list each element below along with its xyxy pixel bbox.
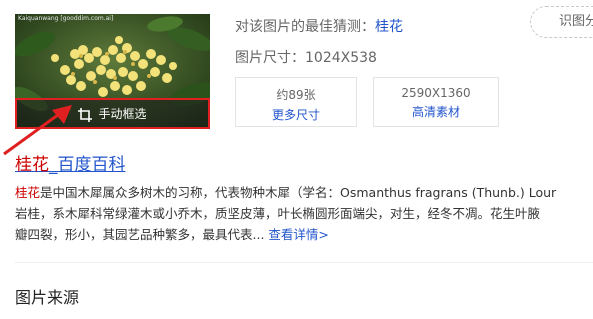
baike-title-keyword: 桂花: [15, 155, 49, 175]
view-details-link[interactable]: 查看详情>: [268, 227, 328, 242]
baike-summary-line-3: 瓣四裂，形小，其园艺品种繁多，最具代表... 查看详情>: [15, 224, 593, 245]
thumbnail-caption: Kaiquanwang [gooddim.com.ai]: [18, 15, 114, 22]
image-source-heading: 图片来源: [15, 288, 80, 307]
baike-title-link[interactable]: 桂花_百度百科: [15, 150, 126, 175]
more-sizes-count: 约89张: [276, 88, 316, 102]
hd-material-size: 2590X1360: [401, 86, 471, 100]
baike-summary-line-2: 岩桂，系木犀科常绿灌木或小乔木，质坚皮薄，叶长椭圆形面端尖，对生，经冬不凋。花生…: [15, 206, 541, 221]
baike-title-rest: _百度百科: [49, 155, 126, 175]
baike-line1-text: 是中国木犀属众多树木的习称，代表物种木犀（学名：Osmanthus fragra…: [40, 185, 557, 200]
baike-summary: 桂花是中国木犀属众多树木的习称，代表物种木犀（学名：Osmanthus frag…: [15, 182, 593, 245]
more-sizes-link[interactable]: 更多尺寸: [236, 106, 356, 123]
baike-summary-line-1: 桂花是中国木犀属众多树木的习称，代表物种木犀（学名：Osmanthus frag…: [15, 182, 593, 203]
best-guess-prefix: 对该图片的最佳猜测：: [235, 19, 375, 35]
manual-crop-label: 手动框选: [98, 107, 147, 121]
section-divider: [15, 262, 593, 263]
best-guess-link[interactable]: 桂花: [375, 19, 403, 35]
shitu-button-label: 识图分: [559, 14, 593, 29]
baike-line3-text: 瓣四裂，形小，其园艺品种繁多，最具代表...: [15, 227, 265, 242]
hd-material-option[interactable]: 2590X1360 高清素材: [373, 77, 499, 127]
image-size: 图片尺寸：1024X538: [235, 50, 377, 66]
more-sizes-option[interactable]: 约89张 更多尺寸: [235, 77, 357, 127]
best-guess: 对该图片的最佳猜测：桂花: [235, 16, 403, 36]
hd-material-link[interactable]: 高清素材: [374, 103, 498, 120]
baike-body-keyword: 桂花: [15, 185, 41, 200]
shitu-button[interactable]: 识图分: [530, 6, 593, 38]
crop-icon: [78, 107, 93, 122]
